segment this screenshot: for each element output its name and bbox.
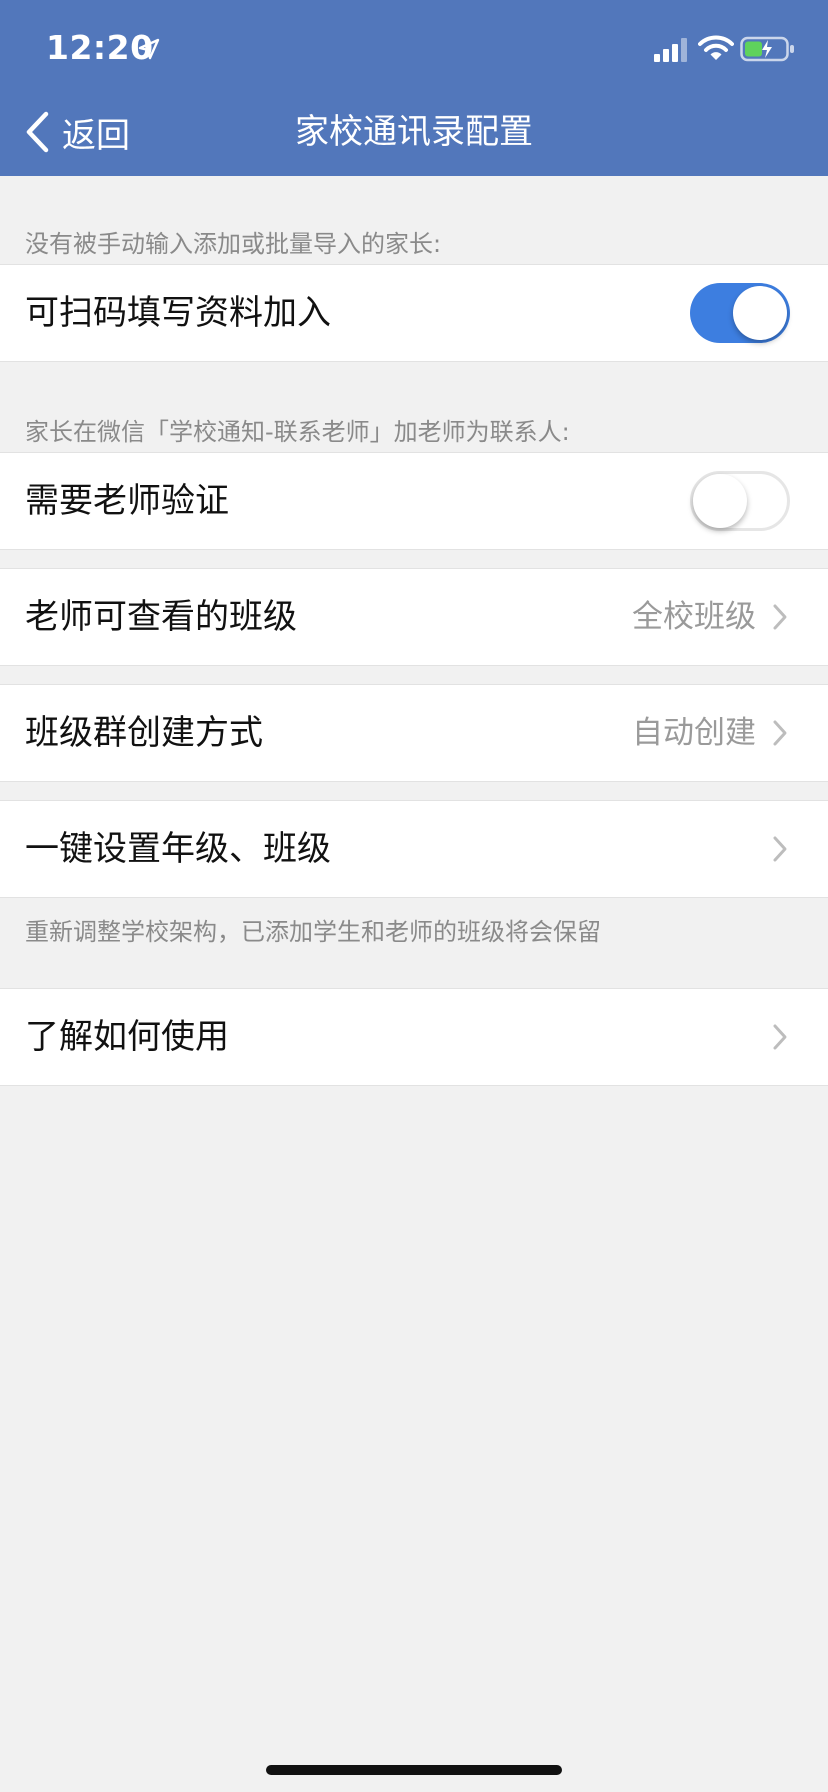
scan-join-label: 可扫码填写资料加入	[25, 293, 331, 333]
visible-classes-value: 全校班级	[632, 599, 756, 635]
setup-section-caption: 重新调整学校架构，已添加学生和老师的班级将会保留	[25, 918, 601, 946]
chevron-right-icon	[773, 720, 787, 746]
one-key-setup-label: 一键设置年级、班级	[25, 829, 331, 869]
wechat-section-caption: 家长在微信「学校通知-联系老师」加老师为联系人:	[25, 418, 570, 446]
group-creation-value: 自动创建	[632, 715, 756, 751]
location-arrow-icon	[138, 38, 160, 60]
how-to-use-label: 了解如何使用	[25, 1017, 229, 1057]
how-to-use-cell[interactable]: 了解如何使用	[0, 988, 828, 1086]
scan-section-caption: 没有被手动输入添加或批量导入的家长:	[25, 230, 442, 258]
scan-join-cell: 可扫码填写资料加入	[0, 264, 828, 362]
teacher-verify-label: 需要老师验证	[25, 481, 229, 521]
wifi-icon	[698, 35, 734, 60]
visible-classes-cell[interactable]: 老师可查看的班级 全校班级	[0, 568, 828, 666]
home-indicator[interactable]	[266, 1765, 562, 1775]
chevron-right-icon	[773, 836, 787, 862]
toggle-knob	[733, 286, 787, 340]
group-creation-cell[interactable]: 班级群创建方式 自动创建	[0, 684, 828, 782]
teacher-verify-cell: 需要老师验证	[0, 452, 828, 550]
chevron-right-icon	[773, 1024, 787, 1050]
group-creation-label: 班级群创建方式	[25, 713, 263, 753]
cellular-signal-icon	[654, 38, 687, 62]
scan-join-toggle[interactable]	[690, 283, 790, 343]
battery-charging-icon	[740, 36, 794, 62]
one-key-setup-cell[interactable]: 一键设置年级、班级	[0, 800, 828, 898]
visible-classes-label: 老师可查看的班级	[25, 597, 297, 637]
page-title: 家校通讯录配置	[295, 112, 533, 152]
teacher-verify-toggle[interactable]	[690, 471, 790, 531]
chevron-right-icon	[773, 604, 787, 630]
nav-header: 12:20 返回 家校通讯录配置	[0, 0, 828, 176]
toggle-knob	[693, 474, 747, 528]
